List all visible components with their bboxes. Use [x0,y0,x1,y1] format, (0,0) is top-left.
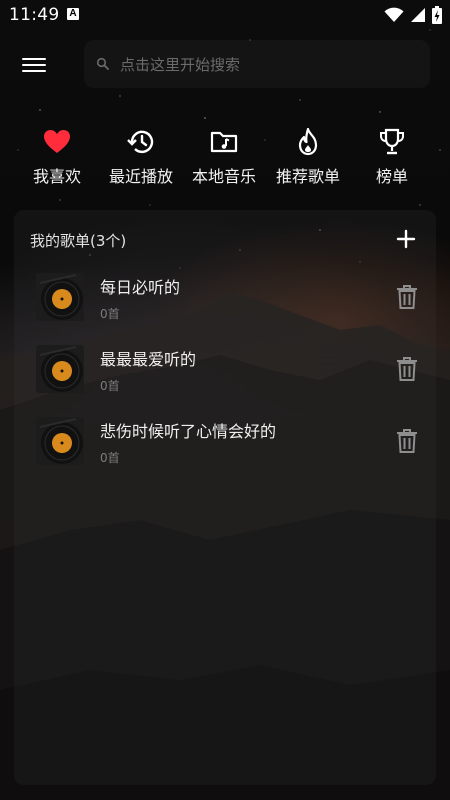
hamburger-menu-icon[interactable] [22,54,46,76]
nav-label: 推荐歌单 [275,167,340,186]
flame-icon [298,128,318,156]
nav-label: 我喜欢 [32,167,81,186]
signal-icon [411,8,425,22]
trash-icon[interactable] [396,429,418,453]
nav-label: 榜单 [375,167,408,186]
playlist-name: 最最最爱听的 [100,350,197,369]
status-time: 11:49 [9,5,60,25]
playlist-item[interactable]: 悲伤时候听了心情会好的 0首 [14,409,436,481]
status-icons [384,5,442,25]
trash-icon[interactable] [396,285,418,309]
playlist-count: 0首 [100,451,120,465]
playlist-item[interactable]: 最最最爱听的 0首 [14,337,436,409]
status-bar: 11:49 A [0,0,450,30]
vinyl-record-icon [36,345,84,393]
playlist-name: 悲伤时候听了心情会好的 [100,422,277,441]
nav-local-music[interactable]: 本地音乐 [189,125,259,187]
history-clock-icon [127,130,154,154]
music-folder-icon [210,131,238,153]
nav-recent[interactable]: 最近播放 [104,125,178,187]
trash-icon[interactable] [396,357,418,381]
battery-charging-icon [432,6,442,24]
wifi-icon [384,7,404,22]
playlist-item[interactable]: 每日必听的 0首 [14,265,436,337]
vinyl-record-icon [36,417,84,465]
nav-favorites[interactable]: 我喜欢 [28,125,86,187]
my-playlists-card: 我的歌单(3个) 每日必听的 0首 最最最爱听的 0首 悲伤时候听了心情会好的 … [14,210,436,785]
playlist-name: 每日必听的 [100,278,181,297]
search-bar[interactable]: 点击这里开始搜索 [84,40,430,88]
trophy-icon [380,128,404,155]
playlist-count: 0首 [100,379,120,393]
nav-label: 本地音乐 [191,167,256,186]
nav-recommended[interactable]: 推荐歌单 [273,125,343,187]
search-input[interactable]: 点击这里开始搜索 [120,54,240,75]
nav-charts[interactable]: 榜单 [370,125,414,187]
search-icon [96,57,109,70]
playlist-count: 0首 [100,307,120,321]
vinyl-record-icon [36,273,84,321]
plus-icon[interactable] [396,229,416,249]
heart-icon [44,130,70,153]
playlist-list: 每日必听的 0首 最最最爱听的 0首 悲伤时候听了心情会好的 0首 [14,265,436,481]
nav-label: 最近播放 [108,167,173,186]
playlists-title: 我的歌单(3个) [30,232,127,250]
a-notification-icon: A [67,8,79,20]
quick-nav: 我喜欢 最近播放 本地音乐 推荐歌单 榜单 [0,125,450,195]
